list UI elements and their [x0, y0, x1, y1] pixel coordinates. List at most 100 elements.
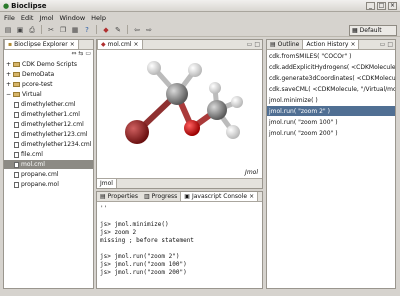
tree-item[interactable]: − Virtual — [4, 90, 93, 99]
console-line: missing ; before statement — [100, 237, 194, 244]
tab-action-history[interactable]: Action History × — [302, 40, 360, 49]
collapse-all-icon[interactable]: ⇔ — [71, 50, 76, 57]
menu-help[interactable]: Help — [91, 14, 106, 22]
tab-properties[interactable]: ▤ Properties — [97, 192, 141, 201]
menu-edit[interactable]: Edit — [21, 14, 34, 22]
back-icon[interactable]: ⇦ — [132, 25, 142, 35]
tab-javascript-console[interactable]: ▣ Javascript Console × — [180, 192, 259, 201]
console-line: js> zoom 2 — [100, 229, 137, 236]
tab-jmol[interactable]: Jmol — [97, 179, 117, 188]
tab-label: Outline — [277, 41, 300, 48]
hydrogen-atom — [188, 63, 202, 77]
console-panel: ▤ Properties ▥ Progress ▣ Javascript Con… — [96, 191, 263, 289]
close-tab-icon[interactable]: × — [70, 41, 75, 48]
file-icon — [14, 121, 19, 128]
history-item[interactable]: cdk.saveCML( <CDKMolecule, "/Virtual/mol… — [267, 84, 395, 94]
tab-mol-cml[interactable]: ◆ mol.cml × — [97, 40, 143, 49]
carbon-atom — [207, 100, 227, 120]
expander-icon[interactable]: + — [6, 61, 11, 68]
tree-item-label: pcore-test — [22, 81, 53, 88]
edit-icon[interactable]: ✎ — [113, 25, 123, 35]
history-item[interactable]: jmol.minimize( ) — [267, 95, 395, 105]
minimize-view-icon[interactable]: ▭ — [380, 41, 386, 48]
perspective-icon: ▦ — [352, 27, 358, 34]
close-button[interactable]: × — [388, 1, 397, 10]
hydrogen-atom — [209, 82, 221, 94]
forward-icon[interactable]: ⇨ — [144, 25, 154, 35]
jmol-viewer[interactable]: Jmol — [97, 50, 262, 178]
file-icon — [14, 111, 19, 118]
history-item[interactable]: cdk.addExplicitHydrogens( <CDKMolecule ) — [267, 62, 395, 72]
window-controls: _ □ × — [366, 1, 397, 10]
tree-item[interactable]: mol.cml — [4, 160, 93, 169]
console-output[interactable]: '' js> jmol.minimize() js> zoom 2 missing ;… — [97, 203, 262, 288]
help-icon[interactable]: ? — [82, 25, 92, 35]
tree-item[interactable]: propane.cml — [4, 170, 93, 179]
menu-jmol[interactable]: Jmol — [39, 14, 53, 22]
expander-icon[interactable]: + — [6, 81, 11, 88]
tree-item-label: dimethylether.cml — [21, 101, 76, 108]
tree-item[interactable]: dimethylether1234.cml — [4, 140, 93, 149]
copy-icon[interactable]: ❐ — [58, 25, 68, 35]
perspective-switcher[interactable]: ▦ Default — [349, 25, 397, 36]
app-window: ● Bioclipse _ □ × File Edit Jmol Window … — [0, 0, 400, 296]
maximize-view-icon[interactable]: □ — [387, 41, 393, 48]
explorer-view-menu: ⇔ ⇆ ▭ — [71, 50, 91, 59]
properties-icon: ▤ — [100, 193, 106, 200]
menu-window[interactable]: Window — [60, 14, 86, 22]
tree-item-label: CDK Demo Scripts — [22, 61, 77, 68]
close-tab-icon[interactable]: × — [249, 193, 254, 200]
file-icon — [14, 101, 19, 108]
file-icon — [14, 181, 19, 188]
tree-item-label: dimethylether1.cml — [21, 111, 80, 118]
tab-outline[interactable]: ▤ Outline — [267, 40, 302, 49]
new-icon[interactable]: ▤ — [3, 25, 13, 35]
run-icon[interactable]: ◆ — [101, 25, 111, 35]
close-tab-icon[interactable]: × — [134, 41, 139, 48]
tab-progress[interactable]: ▥ Progress — [141, 192, 180, 201]
minimize-view-icon[interactable]: ▭ — [85, 50, 91, 57]
print-icon[interactable]: ⎙ — [27, 25, 37, 35]
cut-icon[interactable]: ✂ — [46, 25, 56, 35]
history-item[interactable]: cdk.fromSMILES( "COCOr" ) — [267, 51, 395, 61]
tree-item[interactable]: dimethylether1.cml — [4, 110, 93, 119]
paste-icon[interactable]: ▦ — [70, 25, 80, 35]
tree-item-label: DemoData — [22, 71, 55, 78]
tree-item[interactable]: + pcore-test — [4, 80, 93, 89]
console-icon: ▣ — [184, 193, 190, 200]
title-bar: ● Bioclipse _ □ × — [0, 0, 400, 12]
tab-bioclipse-explorer[interactable]: ▪ Bioclipse Explorer × — [4, 40, 79, 49]
minimize-button[interactable]: _ — [366, 1, 375, 10]
menu-bar: File Edit Jmol Window Help — [0, 12, 400, 23]
outline-panel: ▤ Outline Action History × ▭ □ cdk.fromS… — [266, 39, 396, 289]
editor-tabs: ◆ mol.cml × ▭ □ — [97, 40, 262, 50]
expander-icon[interactable]: − — [6, 91, 11, 98]
tree-item-label: propane.cml — [21, 171, 59, 178]
expander-icon[interactable]: + — [6, 71, 11, 78]
maximize-view-icon[interactable]: □ — [254, 41, 260, 48]
link-icon[interactable]: ⇆ — [78, 50, 83, 57]
folder-icon — [13, 82, 21, 87]
tree-item-label: mol.cml — [21, 161, 45, 168]
explorer-tree: + CDK Demo Scripts + DemoData + pcore-test − Vi… — [4, 60, 93, 288]
tree-item[interactable]: propane.mol — [4, 180, 93, 189]
tree-item-label: dimethylether123.cml — [21, 131, 88, 138]
oxygen-atom — [184, 120, 200, 136]
action-history-list: cdk.fromSMILES( "COCOr" ) cdk.addExplicit… — [267, 51, 395, 288]
tree-item[interactable]: + DemoData — [4, 70, 93, 79]
history-item[interactable]: jmol.run( "zoom 2" ) — [267, 106, 395, 116]
tree-item[interactable]: file.cml — [4, 150, 93, 159]
save-icon[interactable]: ▣ — [15, 25, 25, 35]
history-item[interactable]: cdk.generate3dCoordinates( <CDKMolecule … — [267, 73, 395, 83]
maximize-button[interactable]: □ — [377, 1, 386, 10]
progress-icon: ▥ — [144, 193, 150, 200]
history-item[interactable]: jmol.run( "zoom 100" ) — [267, 117, 395, 127]
tree-item[interactable]: dimethylether.cml — [4, 100, 93, 109]
menu-file[interactable]: File — [4, 14, 15, 22]
tree-item[interactable]: dimethylether12.cml — [4, 120, 93, 129]
tree-item[interactable]: + CDK Demo Scripts — [4, 60, 93, 69]
close-tab-icon[interactable]: × — [350, 41, 355, 48]
minimize-view-icon[interactable]: ▭ — [247, 41, 253, 48]
history-item[interactable]: jmol.run( "zoom 200" ) — [267, 128, 395, 138]
tree-item[interactable]: dimethylether123.cml — [4, 130, 93, 139]
